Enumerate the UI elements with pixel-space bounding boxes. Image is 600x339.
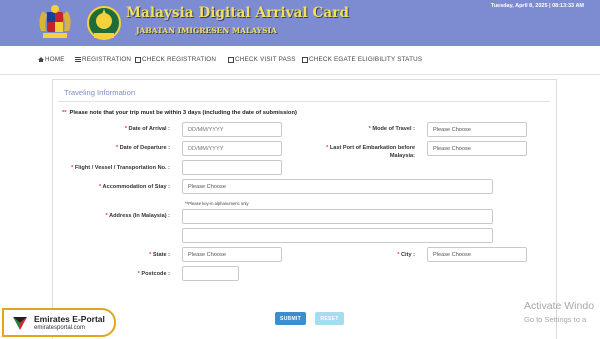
nav-registration-label: REGISTRATION (82, 56, 132, 63)
nav-check-egate[interactable]: CHECK EGATE ELIGIBILITY STATUS (302, 56, 422, 63)
emirates-eportal-badge: Emirates E-Portal emiratesportal.com (2, 308, 116, 337)
city-select[interactable]: Please Choose (427, 247, 527, 262)
date-of-departure-label: * Date of Departure : (115, 145, 170, 151)
malaysia-coat-of-arms-icon (39, 5, 71, 38)
accommodation-select[interactable]: Please Choose (182, 179, 493, 194)
trip-notice: ** Please note that your trip must be wit… (62, 110, 297, 116)
form-icon (135, 56, 141, 63)
list-icon (75, 57, 81, 62)
nav-check-registration-label: CHECK REGISTRATION (142, 56, 217, 63)
date-of-departure-input[interactable]: DD/MM/YYYY (182, 141, 282, 156)
section-divider (58, 101, 550, 102)
last-port-select[interactable]: Please Choose (427, 141, 527, 156)
mode-of-travel-select[interactable]: Please Choose (427, 122, 527, 137)
date-of-arrival-input[interactable]: DD/MM/YYYY (182, 122, 282, 137)
nav-check-registration[interactable]: CHECK REGISTRATION (135, 56, 216, 63)
reset-button[interactable]: RESET (315, 312, 344, 325)
nav-check-visit-pass-label: CHECK VISIT PASS (235, 56, 296, 63)
mode-of-travel-label: * Mode of Travel : (368, 126, 415, 132)
date-of-arrival-label: * Date of Arrival : (124, 126, 170, 132)
header-datetime: Tuesday, April 8, 2025 | 08:13:33 AM (490, 3, 584, 9)
trip-notice-text: Please note that your trip must be withi… (69, 110, 297, 116)
address-label: * Address (In Malaysia) : (105, 213, 170, 219)
activate-windows-line1: Activate Windo (524, 300, 595, 312)
form-icon (228, 56, 234, 63)
last-port-label: * Last Port of Embarkation before Malaysi… (326, 145, 415, 159)
state-select[interactable]: Please Choose (182, 247, 282, 262)
main-nav: HOME REGISTRATION CHECK REGISTRATION CHE… (0, 46, 600, 75)
eportal-logo-icon (13, 317, 27, 330)
address-line2-input[interactable] (182, 228, 493, 243)
form-icon (302, 56, 308, 63)
flight-no-label: Flight / Vessel / Transportation No. :* … (71, 165, 170, 171)
flight-no-input[interactable] (182, 160, 282, 175)
nav-registration[interactable]: REGISTRATION (75, 56, 131, 63)
activate-windows-watermark: Activate Windo Go to Settings to a (524, 300, 594, 324)
site-header: Malaysia Digital Arrival Card JABATAN IM… (0, 0, 600, 46)
notice-mark: ** (62, 110, 67, 116)
postcode-input[interactable] (182, 266, 239, 281)
immigration-emblem-icon (87, 6, 121, 40)
postcode-label: * Postcode : (137, 271, 170, 277)
nav-home-label: HOME (45, 56, 65, 63)
nav-home[interactable]: HOME (38, 56, 65, 63)
section-title: Traveling Information (64, 88, 136, 97)
site-subtitle: JABATAN IMIGRESEN MALAYSIA (136, 26, 277, 35)
watermark-url: emiratesportal.com (34, 325, 86, 331)
site-title: Malaysia Digital Arrival Card (126, 5, 349, 21)
nav-check-visit-pass[interactable]: CHECK VISIT PASS (228, 56, 296, 63)
city-label: * City : (397, 252, 415, 258)
home-icon (38, 57, 44, 62)
address-hint: **Please key-in alphanumeric only (185, 201, 249, 206)
state-label: * State : (149, 252, 170, 258)
submit-button[interactable]: SUBMIT (275, 312, 306, 325)
accommodation-label: * Accommodation of Stay : (99, 184, 170, 190)
activate-windows-line2: Go to Settings to a (524, 315, 587, 324)
nav-check-egate-label: CHECK EGATE ELIGIBILITY STATUS (309, 56, 423, 63)
address-line1-input[interactable] (182, 209, 493, 224)
watermark-title: Emirates E-Portal (34, 314, 105, 324)
